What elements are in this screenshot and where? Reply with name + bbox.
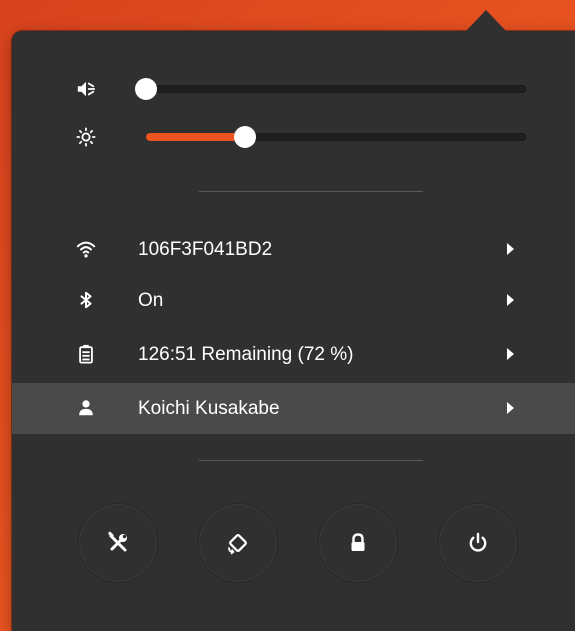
user-name: Koichi Kusakabe xyxy=(138,398,280,419)
chevron-right-icon xyxy=(507,348,514,360)
bluetooth-menu-item[interactable]: On xyxy=(12,275,575,326)
rotation-lock-icon xyxy=(225,530,251,556)
lock-button[interactable] xyxy=(318,503,398,583)
chevron-right-icon xyxy=(507,243,514,255)
brightness-slider-row xyxy=(12,122,575,152)
wifi-menu-item[interactable]: 106F3F041BD2 xyxy=(12,224,575,275)
chevron-right-icon xyxy=(507,402,514,414)
brightness-slider-thumb[interactable] xyxy=(233,126,256,148)
bluetooth-icon xyxy=(76,290,96,310)
user-menu-item[interactable]: Koichi Kusakabe xyxy=(12,383,575,434)
battery-icon xyxy=(76,344,96,364)
settings-tools-icon xyxy=(105,530,131,556)
lock-icon xyxy=(345,530,371,556)
chevron-right-icon xyxy=(507,294,514,306)
volume-slider-thumb[interactable] xyxy=(135,78,157,100)
user-icon xyxy=(76,398,96,418)
power-button[interactable] xyxy=(438,503,518,583)
system-status-menu: 106F3F041BD2 On 126:51 Remaining (72 %) xyxy=(12,31,575,631)
volume-slider[interactable] xyxy=(135,78,526,100)
bluetooth-status: On xyxy=(138,290,164,311)
brightness-slider[interactable] xyxy=(146,126,526,148)
battery-menu-item[interactable]: 126:51 Remaining (72 %) xyxy=(12,329,575,380)
display-brightness-icon xyxy=(76,127,96,147)
separator xyxy=(199,460,423,461)
power-icon xyxy=(465,530,491,556)
popup-pointer xyxy=(466,10,506,31)
system-actions xyxy=(12,503,575,583)
battery-status: 126:51 Remaining (72 %) xyxy=(138,344,354,365)
wifi-icon xyxy=(76,239,96,259)
separator xyxy=(199,191,423,192)
brightness-slider-fill xyxy=(146,133,245,141)
wifi-network-name: 106F3F041BD2 xyxy=(138,239,273,260)
volume-slider-row xyxy=(12,74,575,104)
orientation-lock-button[interactable] xyxy=(198,503,278,583)
audio-volume-muted-icon xyxy=(76,79,96,99)
settings-button[interactable] xyxy=(78,503,158,583)
